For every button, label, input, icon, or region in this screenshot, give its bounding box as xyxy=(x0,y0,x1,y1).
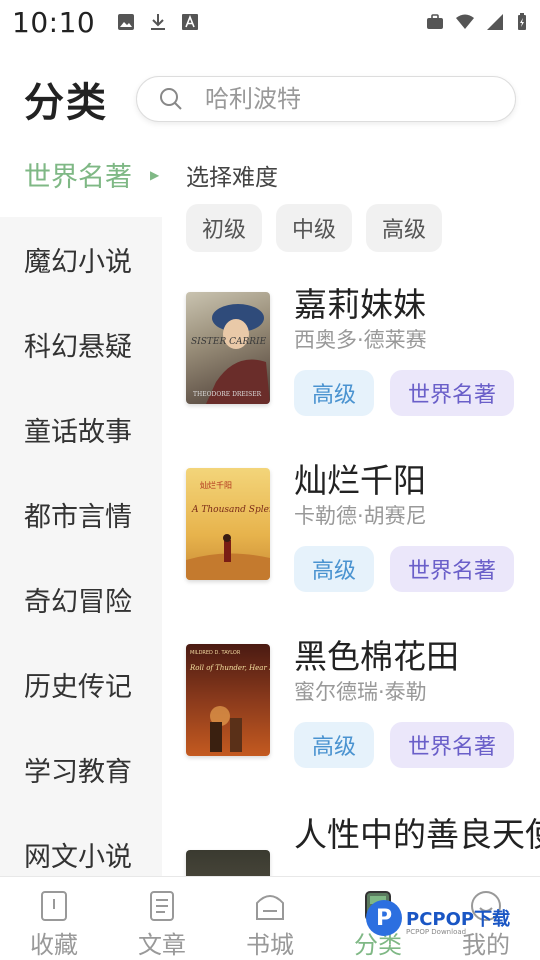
sidebar-item-label: 学习教育 xyxy=(24,757,132,788)
book-cover-author: THEODORE DREISER xyxy=(193,391,262,398)
book-author: 西奥多·德莱赛 xyxy=(294,328,427,352)
level-tag: 高级 xyxy=(294,370,375,416)
nav-label: 收藏 xyxy=(30,931,78,959)
difficulty-chip-intermediate[interactable]: 中级 xyxy=(276,204,353,252)
sidebar-item-label: 都市言情 xyxy=(24,502,132,533)
book-cover-author: 灿烂千阳 xyxy=(200,480,232,490)
sidebar-item-scifi-mystery[interactable]: 科幻悬疑 xyxy=(0,302,162,387)
nav-label: 书城 xyxy=(246,931,294,959)
briefcase-icon xyxy=(427,14,443,29)
level-tag: 高级 xyxy=(294,546,375,592)
battery-icon xyxy=(518,13,526,30)
category-tag: 世界名著 xyxy=(390,370,515,416)
watermark-icon: P xyxy=(366,900,402,936)
book-card[interactable]: MILDRED D. TAYLOR Roll of Thunder, Hear … xyxy=(186,630,526,780)
watermark-subtext: PCPOP Download xyxy=(406,928,467,936)
sidebar-item-label: 童话故事 xyxy=(24,417,132,448)
book-tags: 高级 世界名著 xyxy=(294,722,515,768)
download-icon xyxy=(151,14,166,30)
difficulty-options: 初级 中级 高级 xyxy=(186,204,443,252)
book-cover-title: Roll of Thunder, Hear My Cry xyxy=(189,664,270,672)
book-cover-author: MILDRED D. TAYLOR xyxy=(190,650,241,656)
book-tags: 高级 世界名著 xyxy=(294,546,515,592)
difficulty-title: 选择难度 xyxy=(186,165,278,191)
sidebar-item-fairy-tales[interactable]: 童话故事 xyxy=(0,387,162,472)
nav-articles[interactable]: 文章 xyxy=(108,877,216,960)
book-cover[interactable]: SISTER CARRIE THEODORE DREISER xyxy=(186,292,270,404)
active-arrow-icon: ▶ xyxy=(150,167,160,182)
watermark-logo: P PCPOP下载 PCPOP Download xyxy=(366,900,510,936)
status-time: 10:10 xyxy=(12,5,96,39)
category-tag: 世界名著 xyxy=(390,722,515,768)
category-tag: 世界名著 xyxy=(390,546,515,592)
sidebar-item-label: 科幻悬疑 xyxy=(24,332,132,363)
book-title: 人性中的善良天使 xyxy=(294,815,540,854)
book-cover[interactable]: 灿烂千阳 A Thousand Splendid Suns xyxy=(186,468,270,580)
book-author: 蜜尔德瑞·泰勒 xyxy=(294,680,427,704)
book-cover[interactable]: MILDRED D. TAYLOR Roll of Thunder, Hear … xyxy=(186,644,270,756)
sidebar-item-label: 世界名著 xyxy=(24,162,132,193)
nav-bookmarks[interactable]: 收藏 xyxy=(0,877,108,960)
book-title: 嘉莉妹妹 xyxy=(294,285,426,324)
difficulty-chip-advanced[interactable]: 高级 xyxy=(366,204,443,252)
book-card[interactable]: 灿烂千阳 A Thousand Splendid Suns 灿烂千阳 卡勒德·胡… xyxy=(186,454,526,604)
book-tags: 高级 世界名著 xyxy=(294,370,515,416)
sidebar-item-label: 网文小说 xyxy=(24,842,132,873)
category-sidebar: 世界名著 ▶ 魔幻小说 科幻悬疑 童话故事 都市言情 奇幻冒险 历史传记 学习教… xyxy=(0,132,162,892)
sidebar-item-history-biography[interactable]: 历史传记 xyxy=(0,642,162,727)
sidebar-item-label: 魔幻小说 xyxy=(24,247,132,278)
level-tag: 高级 xyxy=(294,722,375,768)
sidebar-item-label: 历史传记 xyxy=(24,672,132,703)
bookmark-icon xyxy=(41,891,67,921)
nav-label: 文章 xyxy=(138,931,186,959)
search-input[interactable] xyxy=(205,85,485,113)
status-left-icons xyxy=(117,13,199,31)
book-cover-title: SISTER CARRIE xyxy=(191,337,267,347)
book-cover-title: A Thousand Splendid Suns xyxy=(191,505,270,515)
sidebar-item-world-classics[interactable]: 世界名著 ▶ xyxy=(0,132,162,217)
sidebar-item-label: 奇幻冒险 xyxy=(24,587,132,618)
header: 分类 xyxy=(0,66,540,132)
sidebar-item-adventure[interactable]: 奇幻冒险 xyxy=(0,557,162,642)
book-title: 黑色棉花田 xyxy=(294,637,459,676)
status-right-icons xyxy=(426,13,528,31)
sidebar-item-urban-romance[interactable]: 都市言情 xyxy=(0,472,162,557)
bookstore-icon xyxy=(256,895,284,920)
search-icon xyxy=(160,88,182,110)
sidebar-item-fantasy[interactable]: 魔幻小说 xyxy=(0,217,162,302)
article-icon xyxy=(150,891,174,921)
sidebar-item-education[interactable]: 学习教育 xyxy=(0,727,162,812)
book-title: 灿烂千阳 xyxy=(294,461,426,500)
page-title: 分类 xyxy=(24,80,108,126)
book-author: 卡勒德·胡赛尼 xyxy=(294,504,427,528)
search-box[interactable] xyxy=(136,76,516,122)
wifi-icon xyxy=(456,14,474,29)
font-icon xyxy=(182,14,199,30)
nav-bookstore[interactable]: 书城 xyxy=(216,877,324,960)
status-bar: 10:10 xyxy=(0,0,540,44)
difficulty-chip-beginner[interactable]: 初级 xyxy=(186,204,263,252)
image-icon xyxy=(118,14,135,30)
book-card[interactable]: SISTER CARRIE THEODORE DREISER 嘉莉妹妹 西奥多·… xyxy=(186,278,526,428)
signal-icon xyxy=(487,14,503,30)
book-list-panel: 选择难度 初级 中级 高级 SISTER CARRIE THEODORE DRE… xyxy=(162,132,540,892)
